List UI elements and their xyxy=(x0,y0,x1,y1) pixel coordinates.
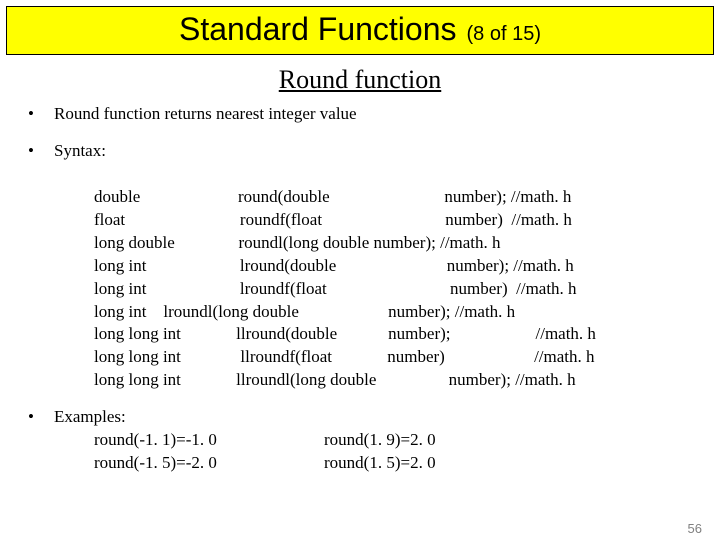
slide-title-sub: (8 of 15) xyxy=(467,23,541,45)
section-header: Round function xyxy=(0,65,720,95)
bullet-examples-label: Examples: xyxy=(54,407,126,426)
syntax-line: double round(double number); //math. h xyxy=(94,187,571,206)
title-bar: Standard Functions (8 of 15) xyxy=(6,6,714,55)
example-left: round(-1. 1)=-1. 0 xyxy=(94,429,324,452)
examples-block: round(-1. 1)=-1. 0 round(1. 9)=2. 0 roun… xyxy=(54,429,700,475)
bullet-examples: Examples: round(-1. 1)=-1. 0 round(1. 9)… xyxy=(26,406,700,475)
example-row: round(-1. 1)=-1. 0 round(1. 9)=2. 0 xyxy=(94,429,700,452)
syntax-line: long long int llround(double number); //… xyxy=(94,324,596,343)
syntax-line: long int lroundl(long double number); //… xyxy=(94,302,515,321)
bullet-syntax: Syntax: double round(double number); //m… xyxy=(26,140,700,392)
slide-body: Round function returns nearest integer v… xyxy=(0,103,720,475)
example-row: round(-1. 5)=-2. 0 round(1. 5)=2. 0 xyxy=(94,452,700,475)
bullet-list: Round function returns nearest integer v… xyxy=(26,103,700,475)
syntax-line: long int lround(double number); //math. … xyxy=(94,256,574,275)
example-right: round(1. 5)=2. 0 xyxy=(324,452,436,475)
page-number: 56 xyxy=(688,521,702,536)
syntax-line: long int lroundf(float number) //math. h xyxy=(94,279,577,298)
example-right: round(1. 9)=2. 0 xyxy=(324,429,436,452)
syntax-line: long long int llroundl(long double numbe… xyxy=(94,370,576,389)
syntax-line: long long int llroundf(float number) //m… xyxy=(94,347,595,366)
slide-title-main: Standard Functions xyxy=(179,11,457,47)
syntax-line: long double roundl(long double number); … xyxy=(94,233,501,252)
syntax-line: float roundf(float number) //math. h xyxy=(94,210,572,229)
slide: Standard Functions (8 of 15) Round funct… xyxy=(0,6,720,540)
bullet-description: Round function returns nearest integer v… xyxy=(26,103,700,126)
syntax-block: double round(double number); //math. h f… xyxy=(54,163,700,392)
bullet-syntax-label: Syntax: xyxy=(54,141,106,160)
bullet-description-text: Round function returns nearest integer v… xyxy=(54,104,357,123)
example-left: round(-1. 5)=-2. 0 xyxy=(94,452,324,475)
